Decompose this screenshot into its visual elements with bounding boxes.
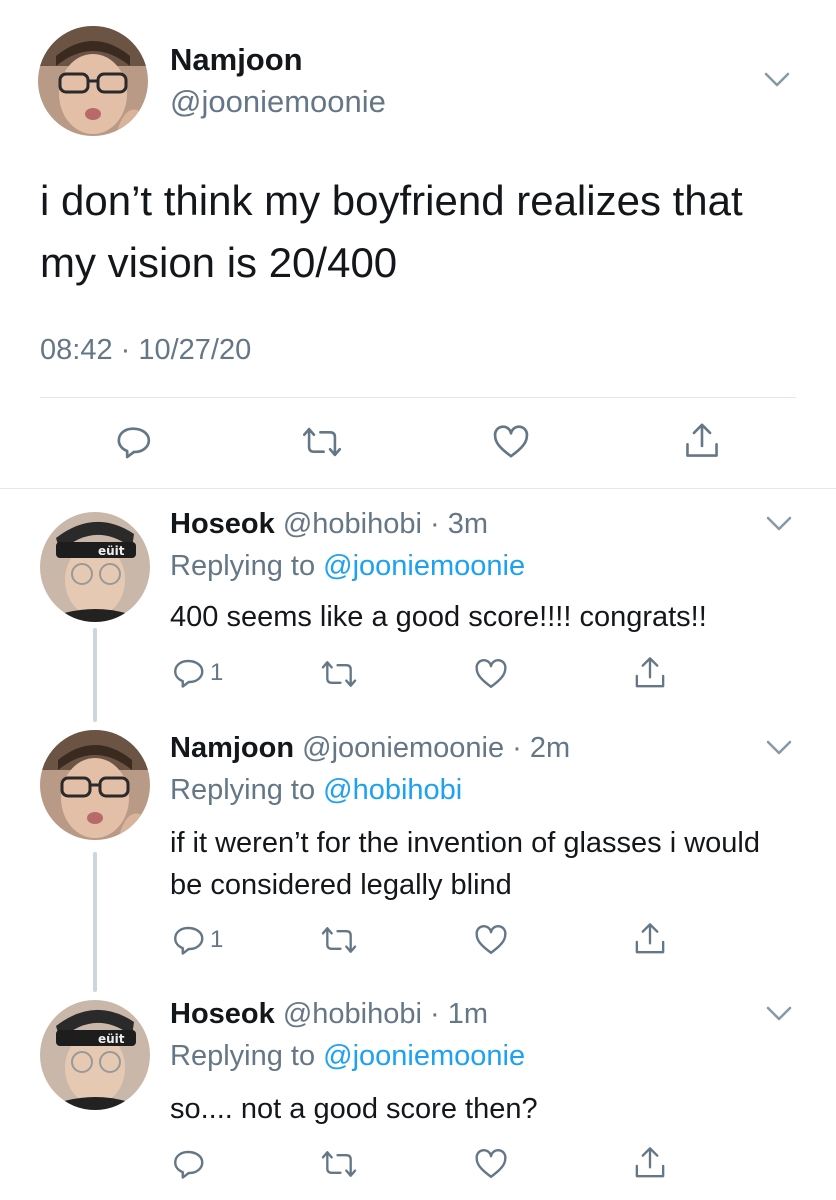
reply-share-button[interactable] (632, 1144, 668, 1182)
thread-connector (93, 628, 97, 722)
reply-avatar[interactable] (40, 730, 150, 840)
main-author-name[interactable]: Namjoon (170, 42, 303, 78)
share-icon (635, 1147, 665, 1178)
reply-icon (174, 926, 204, 955)
reply-like-button[interactable] (473, 1146, 509, 1182)
chevron-down-icon[interactable] (766, 1006, 792, 1022)
replying-to-label: Replying to (170, 774, 324, 806)
replying-to-label: Replying to (170, 1040, 324, 1072)
main-tweet-text: i don’t think my boyfriend realizes that… (40, 177, 743, 286)
reply-retweet-button[interactable] (320, 1146, 358, 1182)
share-icon (635, 923, 665, 954)
replying-to: Replying to @hobihobi (170, 774, 462, 807)
chevron-down-icon[interactable] (764, 72, 790, 88)
divider (40, 397, 796, 398)
retweet-icon (321, 927, 357, 953)
reply-reply-button[interactable] (170, 1146, 206, 1182)
main-like-button[interactable] (491, 422, 531, 462)
replying-to: Replying to @jooniemoonie (170, 550, 525, 583)
like-icon (475, 1149, 507, 1178)
reply-header[interactable]: Namjoon @jooniemoonie · 2m (170, 732, 570, 765)
thread-connector (93, 852, 97, 992)
like-icon (475, 925, 507, 954)
replying-to-link[interactable]: @jooniemoonie (323, 1040, 525, 1072)
reply-share-button[interactable] (632, 654, 668, 692)
share-icon (686, 423, 718, 457)
reply-count: 1 (210, 926, 224, 953)
reply-handle-time[interactable]: @hobihobi · 1m (283, 998, 488, 1030)
main-reply-button[interactable] (113, 422, 153, 462)
main-tweet-timestamp[interactable]: 08:42 · 10/27/20 (40, 334, 251, 367)
reply-text: if it weren’t for the invention of glass… (170, 827, 760, 901)
replying-to-link[interactable]: @jooniemoonie (323, 550, 525, 582)
reply-retweet-button[interactable] (320, 656, 358, 692)
retweet-icon (321, 1151, 357, 1177)
reply-avatar[interactable]: eüit (40, 512, 150, 622)
section-divider (0, 488, 836, 489)
like-icon (475, 659, 507, 688)
main-retweet-button[interactable] (301, 422, 343, 462)
reply-author-name[interactable]: Hoseok (170, 508, 275, 540)
replying-to-link[interactable]: @hobihobi (323, 774, 462, 806)
reply-header[interactable]: Hoseok @hobihobi · 1m (170, 998, 488, 1031)
avatar-photo: eüit (40, 1000, 150, 1110)
reply-share-button[interactable] (632, 920, 668, 958)
replying-to-label: Replying to (170, 550, 324, 582)
chevron-down-icon[interactable] (766, 740, 792, 756)
reply-icon (174, 1150, 204, 1179)
svg-text:eüit: eüit (98, 544, 125, 558)
reply-author-name[interactable]: Namjoon (170, 732, 294, 764)
retweet-icon (321, 661, 357, 687)
reply-handle-time[interactable]: @hobihobi · 3m (283, 508, 488, 540)
svg-text:eüit: eüit (98, 1032, 125, 1046)
replying-to: Replying to @jooniemoonie (170, 1040, 525, 1073)
main-share-button[interactable] (682, 420, 722, 462)
reply-like-button[interactable] (473, 656, 509, 692)
reply-author-name[interactable]: Hoseok (170, 998, 275, 1030)
avatar-photo (40, 730, 150, 840)
avatar-photo: eüit (40, 512, 150, 622)
reply-icon (117, 427, 151, 459)
chevron-down-icon[interactable] (766, 516, 792, 532)
reply-header[interactable]: Hoseok @hobihobi · 3m (170, 508, 488, 541)
reply-reply-button[interactable]: 1 (170, 922, 223, 958)
reply-avatar[interactable]: eüit (40, 1000, 150, 1110)
reply-icon (174, 659, 204, 688)
reply-handle-time[interactable]: @jooniemoonie · 2m (302, 732, 570, 764)
retweet-icon (302, 427, 342, 457)
reply-text: so.... not a good score then? (170, 1093, 538, 1125)
avatar-photo (38, 26, 148, 136)
share-icon (635, 657, 665, 688)
main-avatar[interactable] (38, 26, 148, 136)
reply-text: 400 seems like a good score!!!! congrats… (170, 601, 707, 633)
reply-count: 1 (210, 659, 224, 686)
main-author-handle[interactable]: @jooniemoonie (170, 84, 386, 120)
reply-like-button[interactable] (473, 922, 509, 958)
reply-reply-button[interactable]: 1 (170, 655, 223, 691)
reply-retweet-button[interactable] (320, 922, 358, 958)
like-icon (493, 425, 529, 458)
